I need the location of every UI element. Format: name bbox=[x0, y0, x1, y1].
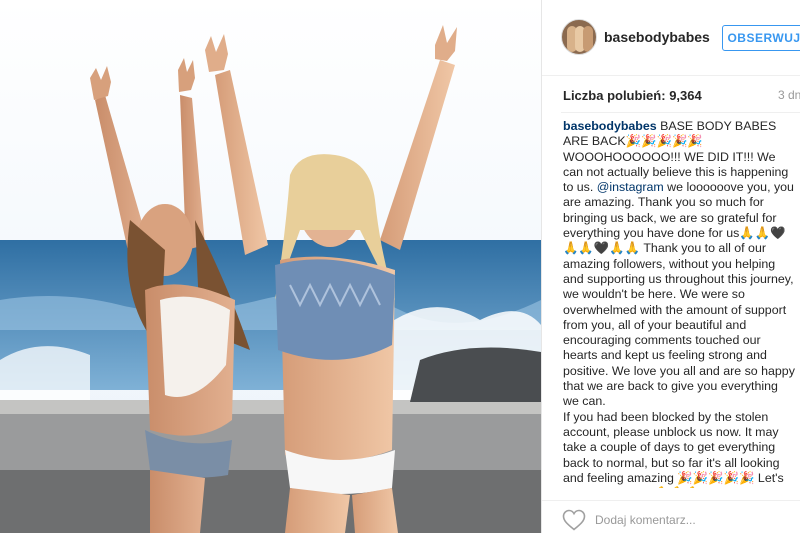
likes-label: Liczba polubień: bbox=[563, 88, 666, 103]
post-sidebar: basebodybabes OBSERWUJ Liczba polubień: … bbox=[541, 0, 800, 533]
heart-icon[interactable] bbox=[562, 509, 586, 531]
avatar[interactable] bbox=[561, 19, 597, 55]
caption-username[interactable]: basebodybabes bbox=[563, 119, 657, 133]
follow-button[interactable]: OBSERWUJ bbox=[722, 25, 800, 51]
divider bbox=[561, 112, 800, 113]
comment-bar: Dodaj komentarz... bbox=[542, 500, 800, 534]
photo-illustration bbox=[0, 0, 541, 533]
post-header: basebodybabes OBSERWUJ bbox=[542, 0, 800, 76]
caption-mention[interactable]: @instagram bbox=[597, 180, 664, 194]
caption-paragraph-2: If you had been blocked by the stolen ac… bbox=[563, 409, 784, 488]
post-photo[interactable] bbox=[0, 0, 541, 533]
likes-count: Liczba polubień: 9,364 bbox=[563, 88, 702, 103]
likes-value: 9,364 bbox=[669, 88, 702, 103]
caption: basebodybabes BASE BODY BABES ARE BACK🎉🎉… bbox=[563, 119, 795, 488]
comment-input[interactable]: Dodaj komentarz... bbox=[595, 513, 696, 527]
post-time[interactable]: 3 dni bbox=[778, 88, 800, 102]
header-username[interactable]: basebodybabes bbox=[604, 29, 710, 45]
caption-text-cont: we loooooove you, you are amazing. Thank… bbox=[563, 180, 795, 409]
instagram-post: basebodybabes OBSERWUJ Liczba polubień: … bbox=[0, 0, 800, 533]
caption-paragraph: basebodybabes BASE BODY BABES ARE BACK🎉🎉… bbox=[563, 119, 795, 410]
